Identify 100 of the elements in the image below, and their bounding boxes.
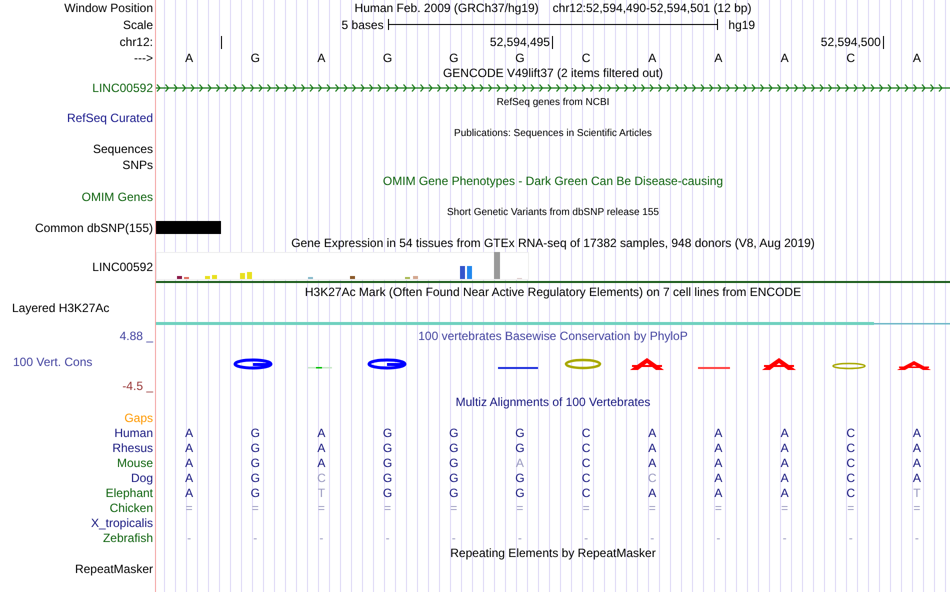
track-label[interactable]: RefSeq Curated xyxy=(66,111,153,125)
alignment-base: C xyxy=(845,426,856,440)
alignment-base: G xyxy=(250,470,261,484)
alignment-base: C xyxy=(580,426,592,440)
track-label[interactable]: SNPs xyxy=(122,158,153,172)
alignment-base: A xyxy=(514,456,525,470)
base-letter: A xyxy=(912,50,922,64)
alignment-base: A xyxy=(780,426,790,440)
species-label[interactable]: Rhesus xyxy=(112,440,153,454)
track-title: Multiz Alignments of 100 Vertebrates xyxy=(456,395,650,409)
track-label[interactable]: Sequences xyxy=(92,142,153,156)
species-label[interactable]: Elephant xyxy=(106,486,153,500)
alignment-base: A xyxy=(912,470,922,484)
alignment-base: = xyxy=(250,500,260,514)
alignment-base: = xyxy=(780,500,790,514)
alignment-base: A xyxy=(647,426,658,440)
species-label[interactable]: Mouse xyxy=(116,456,153,470)
expression-bars-drawing[interactable] xyxy=(156,252,529,280)
alignment-base: G xyxy=(448,426,460,440)
alignment-base: G xyxy=(250,486,261,500)
alignment-base: G xyxy=(514,470,526,484)
alignment-base: A xyxy=(713,486,724,500)
conservation-logo-drawing[interactable] xyxy=(234,358,931,370)
track-title: Repeating Elements by RepeatMasker xyxy=(450,546,656,560)
alignment-base: C xyxy=(580,440,592,454)
alignment-base: C xyxy=(580,486,592,500)
base-letter: G xyxy=(448,50,460,64)
alignment-base: G xyxy=(514,440,526,454)
alignment-base: G xyxy=(448,456,460,470)
base-letter: G xyxy=(382,50,394,64)
alignment-base: = xyxy=(184,500,194,514)
tick-mark xyxy=(882,36,884,49)
alignment-base: A xyxy=(316,426,326,440)
alignment-base: G xyxy=(448,486,460,500)
species-label[interactable]: Dog xyxy=(130,470,153,484)
base-letter: A xyxy=(316,50,326,64)
alignment-base: = xyxy=(515,500,524,514)
alignment-base: A xyxy=(713,470,724,484)
track-label[interactable]: RepeatMasker xyxy=(74,562,153,576)
alignment-base: = xyxy=(648,500,657,514)
alignment-base: C xyxy=(580,456,592,470)
track-label: Scale xyxy=(122,18,153,32)
alignment-base: A xyxy=(647,440,658,454)
alignment-base: G xyxy=(514,426,526,440)
species-label[interactable]: Chicken xyxy=(110,500,153,514)
alignment-base: A xyxy=(184,440,194,454)
track-title: Publications: Sequences in Scientific Articles xyxy=(454,126,652,140)
axis-label: -4.5 _ xyxy=(122,379,153,393)
gene-label[interactable]: LINC00592 xyxy=(92,81,153,95)
alignment-base: = xyxy=(316,500,326,514)
alignment-base: - xyxy=(252,530,258,544)
species-label[interactable]: Human xyxy=(114,426,153,440)
alignment-base: A xyxy=(316,440,326,454)
track-title: OMIM Gene Phenotypes - Dark Green Can Be Disease-causing xyxy=(382,174,724,188)
signal-line-drawing[interactable] xyxy=(156,322,950,325)
track-label[interactable]: LINC00592 xyxy=(92,260,153,274)
assembly-title: Human Feb. 2009 (GRCh37/hg19) xyxy=(354,1,539,15)
alignment-base: G xyxy=(382,456,394,470)
track-label[interactable]: Common dbSNP(155) xyxy=(34,220,153,234)
alignment-base: A xyxy=(912,426,922,440)
alignment-base: - xyxy=(715,530,722,544)
alignment-base: C xyxy=(845,440,856,454)
track-label[interactable]: 100 Vert. Cons xyxy=(13,355,92,369)
alignment-base: A xyxy=(780,456,790,470)
alignment-base: C xyxy=(316,470,327,484)
alignment-base: = xyxy=(714,500,723,514)
alignment-base: - xyxy=(583,530,590,544)
database-label: hg19 xyxy=(728,18,756,32)
alignment-base: A xyxy=(647,486,658,500)
alignment-base: A xyxy=(912,440,922,454)
alignment-base: A xyxy=(184,470,194,484)
tick-mark xyxy=(552,36,553,49)
alignment-base: T xyxy=(912,486,922,500)
alignment-base: G xyxy=(448,440,460,454)
gene-strand-drawing[interactable] xyxy=(156,84,950,92)
track-label: Window Position xyxy=(64,1,153,15)
alignment-base: C xyxy=(845,470,856,484)
alignment-base: A xyxy=(780,440,790,454)
track-label[interactable]: Layered H3K27Ac xyxy=(12,301,110,315)
track-label[interactable]: OMIM Genes xyxy=(82,190,153,204)
alignment-base: = xyxy=(383,500,392,514)
base-letter: G xyxy=(514,50,526,64)
track-title: Short Genetic Variants from dbSNP release 155 xyxy=(447,206,659,220)
strand-label: ---> xyxy=(134,50,153,64)
species-label[interactable]: Zebrafish xyxy=(102,530,153,544)
alignment-base: T xyxy=(316,486,326,500)
alignment-base: G xyxy=(382,440,394,454)
alignment-base: - xyxy=(649,530,656,544)
alignment-base: G xyxy=(250,440,261,454)
alignment-base: = xyxy=(846,500,856,514)
alignment-base: A xyxy=(184,426,194,440)
alignment-base: A xyxy=(780,470,790,484)
alignment-base: - xyxy=(516,530,523,544)
alignment-base: G xyxy=(382,486,394,500)
alignment-base: - xyxy=(848,530,854,544)
species-label[interactable]: X_tropicalis xyxy=(90,516,153,530)
track-title: RefSeq genes from NCBI xyxy=(496,96,610,110)
alignment-base: = xyxy=(582,500,591,514)
base-letter: A xyxy=(713,50,724,64)
alignment-base: - xyxy=(384,530,391,544)
